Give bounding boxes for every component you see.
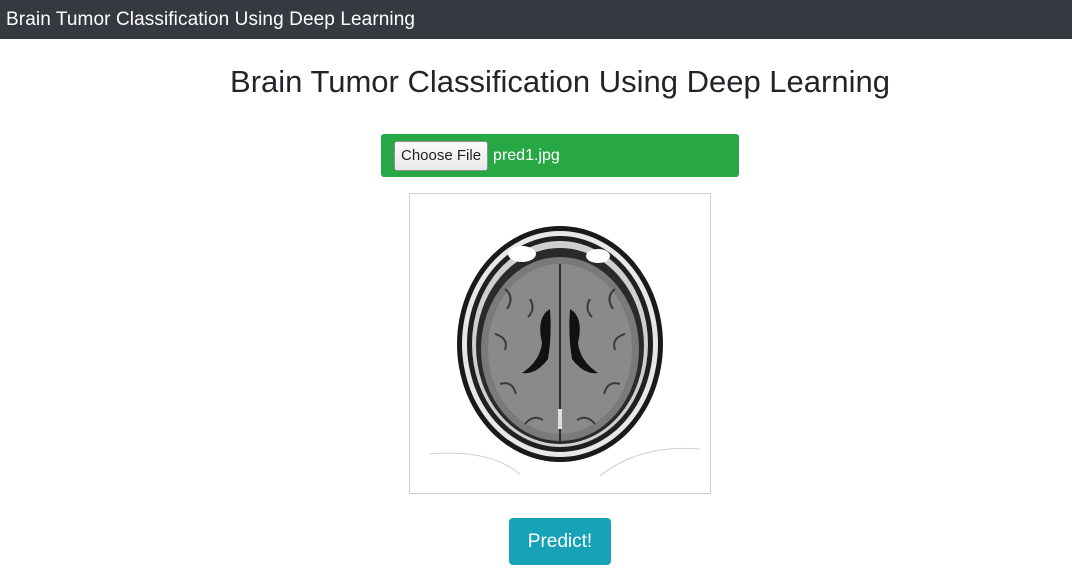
selected-file-name: pred1.jpg: [493, 146, 560, 164]
file-upload-field[interactable]: Choose File pred1.jpg: [381, 134, 739, 177]
choose-file-button[interactable]: Choose File: [394, 140, 489, 171]
navbar: Brain Tumor Classification Using Deep Le…: [0, 0, 1072, 39]
uploaded-image-preview: [409, 193, 711, 494]
predict-button[interactable]: Predict!: [509, 518, 611, 565]
navbar-brand[interactable]: Brain Tumor Classification Using Deep Le…: [6, 10, 415, 29]
page-title: Brain Tumor Classification Using Deep Le…: [230, 64, 890, 99]
brain-mri-image: [410, 194, 710, 493]
